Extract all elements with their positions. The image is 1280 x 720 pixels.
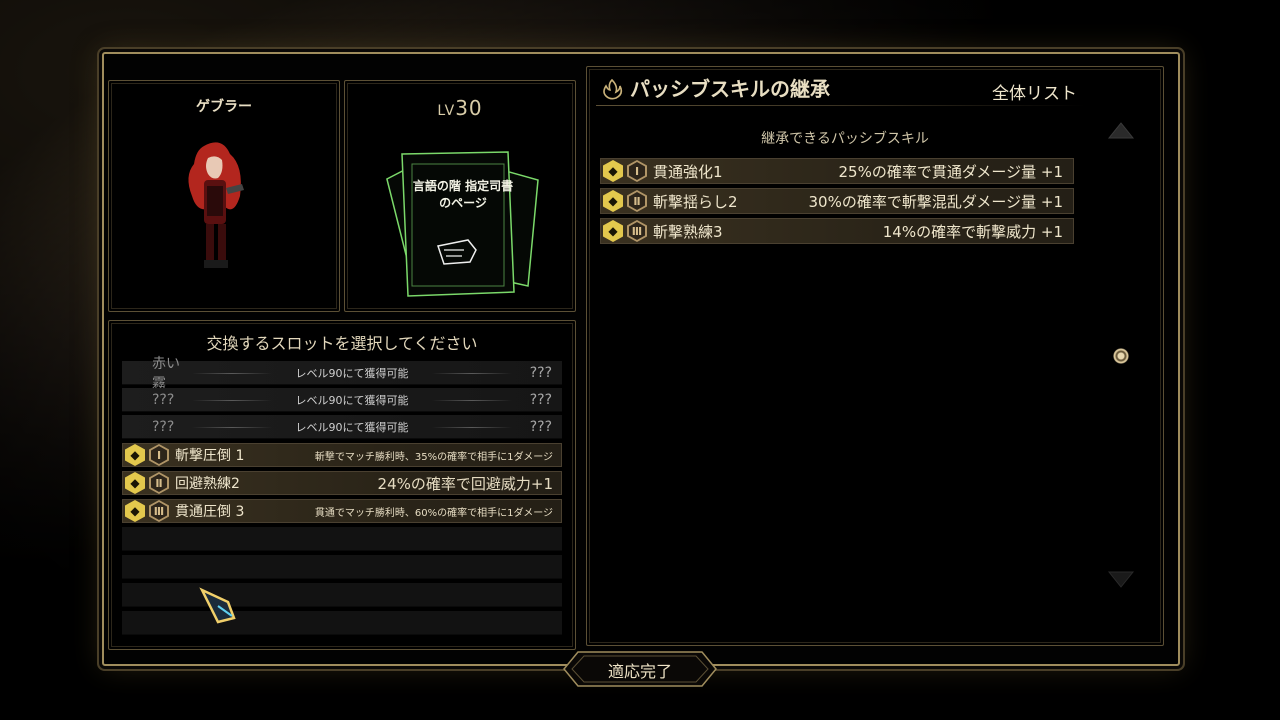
locked-slot: ??? レベル90にて獲得可能 ??? (122, 388, 562, 412)
key-page-card[interactable] (378, 146, 548, 302)
skill-desc: 斬撃でマッチ勝利時、35%の確率で相手に1ダメージ (314, 451, 553, 463)
skill-desc: 24%の確率で回避威力+1 (377, 474, 553, 493)
passive-badge-icon: ◆ (125, 444, 145, 466)
inheritable-skill[interactable]: ◆ Ⅱ 斬撃揺らし2 30%の確率で斬撃混乱ダメージ量 +1 (600, 188, 1074, 214)
passive-panel (586, 66, 1164, 646)
key-page-title: 言語の階 指定司書のページ (412, 179, 514, 210)
scroll-down-icon[interactable] (1106, 568, 1136, 590)
skill-desc: 貫通でマッチ勝利時、60%の確率で相手に1ダメージ (314, 507, 553, 519)
rank-icon: Ⅰ (149, 444, 169, 466)
passive-title: パッシブスキルの継承 (630, 77, 830, 101)
flame-icon (603, 78, 623, 100)
skill-name: 貫通圧倒 3 (175, 504, 245, 520)
locked-slot: ??? レベル90にて獲得可能 ??? (122, 415, 562, 439)
rank-icon: Ⅱ (627, 190, 647, 212)
mouse-cursor-icon (199, 587, 236, 624)
skill-desc: 14%の確率で斬撃威力 +1 (882, 222, 1063, 241)
rank-icon: Ⅱ (149, 472, 169, 494)
scroll-up-icon[interactable] (1106, 120, 1136, 142)
passive-badge-icon: ◆ (603, 190, 623, 212)
character-portrait (188, 142, 244, 268)
empty-slot[interactable] (122, 555, 562, 579)
inheritable-skill[interactable]: ◆ Ⅲ 斬撃熟練3 14%の確率で斬撃威力 +1 (600, 218, 1074, 244)
passive-badge-icon: ◆ (125, 500, 145, 522)
locked-slot: 赤い霧 レベル90にて獲得可能 ??? (122, 356, 562, 392)
passive-badge-icon: ◆ (603, 160, 623, 182)
skill-name: 斬撃圧倒 1 (175, 448, 245, 464)
skill-slot[interactable]: ◆ Ⅲ 貫通圧倒 3 貫通でマッチ勝利時、60%の確率で相手に1ダメージ (122, 499, 562, 523)
title-divider (596, 105, 1086, 106)
skill-name: 回避熟練2 (175, 476, 240, 492)
passive-badge-icon: ◆ (603, 220, 623, 242)
skill-slot[interactable]: ◆ Ⅰ 斬撃圧倒 1 斬撃でマッチ勝利時、35%の確率で相手に1ダメージ (122, 443, 562, 467)
passive-badge-icon: ◆ (125, 472, 145, 494)
confirm-button[interactable]: 適応完了 (562, 658, 718, 682)
rank-icon: Ⅰ (627, 160, 647, 182)
skill-name: 斬撃揺らし2 (653, 192, 738, 211)
skill-slot[interactable]: ◆ Ⅱ 回避熟練2 24%の確率で回避威力+1 (122, 471, 562, 495)
slots-heading: 交換するスロットを選択してください (206, 334, 478, 353)
empty-slot[interactable] (122, 583, 562, 607)
skill-name: 斬撃熟練3 (653, 222, 723, 241)
page-level: LV30 (437, 96, 483, 120)
skill-name: 貫通強化1 (653, 162, 723, 181)
inheritable-skill[interactable]: ◆ Ⅰ 貫通強化1 25%の確率で貫通ダメージ量 +1 (600, 158, 1074, 184)
scroll-thumb[interactable] (1113, 348, 1129, 364)
empty-slot[interactable] (122, 611, 562, 635)
character-name: ゲブラー (196, 99, 252, 115)
skill-desc: 25%の確率で貫通ダメージ量 +1 (838, 162, 1063, 181)
passive-subheading: 継承できるパッシブスキル (761, 131, 929, 147)
all-list-button[interactable]: 全体リスト (992, 79, 1077, 104)
rank-icon: Ⅲ (149, 500, 169, 522)
skill-desc: 30%の確率で斬撃混乱ダメージ量 +1 (808, 192, 1063, 211)
rank-icon: Ⅲ (627, 220, 647, 242)
empty-slot[interactable] (122, 527, 562, 551)
